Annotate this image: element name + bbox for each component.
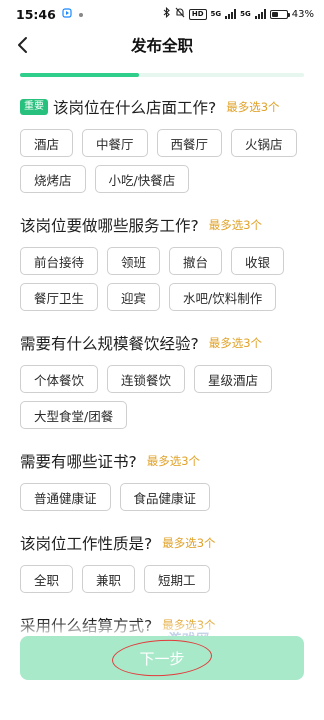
question-section: 重要 该岗位在什么店面工作? 最多选3个酒店 中餐厅 西餐厅 火锅店烧烤店 小吃/快餐店	[20, 94, 310, 193]
option-chip[interactable]: 烧烤店	[20, 165, 86, 193]
hd-badge: HD	[188, 8, 207, 20]
option-chip[interactable]: 餐厅卫生	[20, 283, 99, 311]
question-hint: 最多选3个	[208, 336, 263, 350]
question-section: 需要有什么规模餐饮经验? 最多选3个个体餐饮 连锁餐饮 星级酒店大型食堂/团餐	[20, 330, 310, 429]
option-chip[interactable]: 迎宾	[107, 283, 161, 311]
option-chip[interactable]: 火锅店	[231, 129, 297, 157]
question-text: 该岗位在什么店面工作?	[53, 99, 217, 117]
option-group: 酒店 中餐厅 西餐厅 火锅店烧烤店 小吃/快餐店	[20, 129, 310, 193]
progress-bar	[20, 73, 304, 77]
question-text: 需要有什么规模餐饮经验?	[20, 335, 199, 353]
status-time: 15:46	[16, 6, 56, 22]
battery-text: 43%	[291, 8, 314, 20]
option-chip[interactable]: 星级酒店	[194, 365, 273, 393]
question-section: 需要有哪些证书? 最多选3个普通健康证 食品健康证	[20, 448, 310, 511]
option-group: 前台接待 领班 撤台 收银餐厅卫生 迎宾 水吧/饮料制作	[20, 247, 310, 311]
option-chip[interactable]: 兼职	[82, 565, 136, 593]
option-chip[interactable]: 食品健康证	[119, 483, 211, 511]
battery-icon	[269, 9, 290, 19]
option-chip[interactable]: 撤台	[169, 247, 223, 275]
notification-icon	[62, 7, 72, 21]
question-section: 该岗位要做哪些服务工作? 最多选3个前台接待 领班 撤台 收银餐厅卫生 迎宾 水吧/饮料制作	[20, 212, 310, 311]
bluetooth-icon	[163, 6, 171, 21]
question-row: 需要有哪些证书? 最多选3个	[20, 448, 310, 474]
option-chip[interactable]: 全职	[20, 565, 74, 593]
page-title: 发布全职	[130, 37, 193, 55]
important-tag: 重要	[20, 99, 48, 115]
question-row: 该岗位工作性质是? 最多选3个	[20, 530, 310, 556]
option-chip[interactable]: 收银	[231, 247, 285, 275]
option-chip[interactable]: 领班	[107, 247, 161, 275]
option-chip[interactable]: 连锁餐饮	[107, 365, 186, 393]
nav-bar: 发布全职	[0, 28, 324, 62]
option-group: 个体餐饮 连锁餐饮 星级酒店大型食堂/团餐	[20, 365, 310, 429]
question-row: 该岗位要做哪些服务工作? 最多选3个	[20, 212, 310, 238]
form-content: 重要 该岗位在什么店面工作? 最多选3个 酒店 中餐厅 西餐厅 火锅店 烧烤店 小吃/快餐店 该岗…	[20, 94, 310, 657]
option-chip[interactable]: 普通健康证	[20, 483, 111, 511]
option-chip[interactable]: 短期工	[144, 565, 210, 593]
network-type-2: 5G	[240, 9, 251, 18]
option-chip[interactable]: 前台接待	[20, 247, 99, 275]
option-chip[interactable]: 大型食堂/团餐	[20, 401, 128, 429]
question-row: 重要 该岗位在什么店面工作? 最多选3个	[20, 94, 310, 120]
signal-icon-2	[254, 9, 266, 19]
option-group: 全职 兼职 短期工	[20, 565, 310, 593]
back-button[interactable]	[10, 32, 36, 58]
progress-fill	[20, 73, 140, 77]
question-row: 需要有什么规模餐饮经验? 最多选3个	[20, 330, 310, 356]
option-chip[interactable]: 酒店	[20, 129, 74, 157]
network-type-1: 5G	[210, 9, 222, 18]
option-chip[interactable]: 小吃/快餐店	[94, 165, 190, 193]
question-hint: 最多选3个	[226, 100, 280, 114]
option-chip[interactable]: 水吧/饮料制作	[169, 283, 277, 311]
question-text: 需要有哪些证书?	[20, 453, 137, 471]
option-chip[interactable]: 西餐厅	[156, 129, 223, 157]
status-bar: 15:46 HD 5G 5G 43%	[0, 0, 324, 28]
question-section: 该岗位工作性质是? 最多选3个全职 兼职 短期工	[20, 530, 310, 593]
signal-icon	[225, 9, 237, 19]
option-group: 普通健康证 食品健康证	[20, 483, 310, 511]
question-hint: 最多选3个	[146, 454, 201, 468]
question-text: 该岗位要做哪些服务工作?	[20, 217, 199, 235]
mute-bell-icon	[175, 7, 185, 21]
chevron-left-icon	[18, 37, 27, 53]
question-hint: 最多选3个	[162, 536, 216, 550]
option-chip[interactable]: 中餐厅	[82, 129, 148, 157]
dot-icon	[78, 7, 84, 21]
option-chip[interactable]: 个体餐饮	[20, 365, 99, 393]
question-hint: 最多选3个	[208, 218, 263, 232]
battery-fill	[271, 11, 278, 17]
question-text: 该岗位工作性质是?	[20, 535, 153, 553]
